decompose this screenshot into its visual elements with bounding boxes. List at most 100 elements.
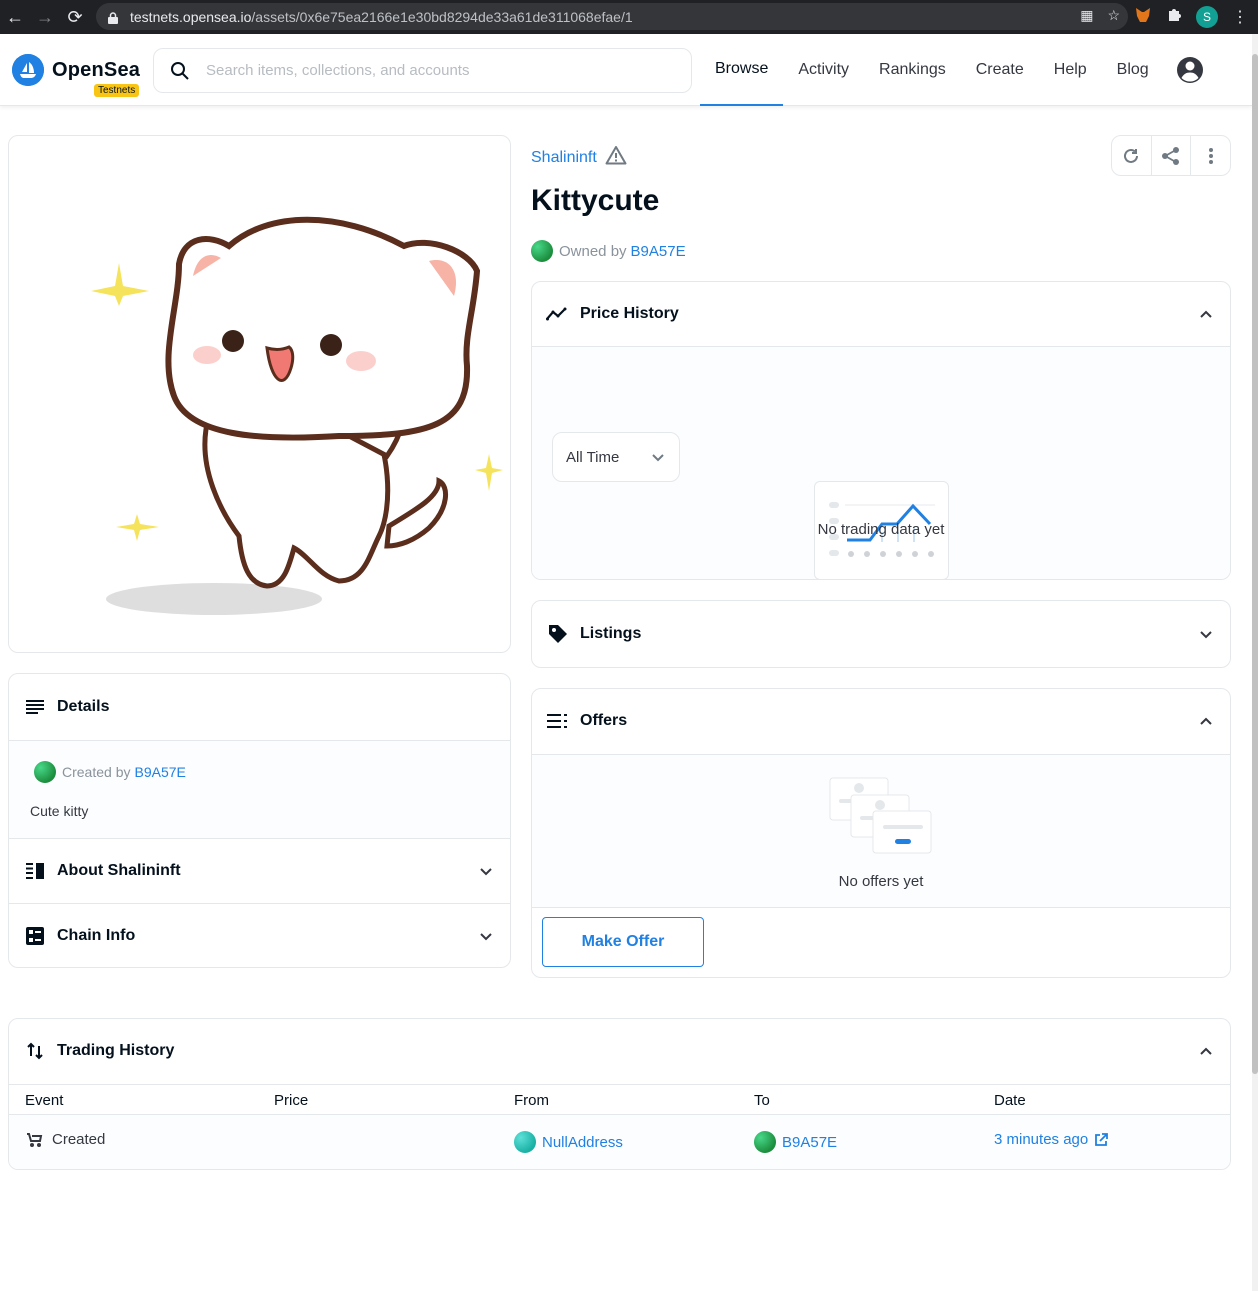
listings-header[interactable]: Listings: [532, 601, 1230, 667]
owner-link[interactable]: B9A57E: [631, 243, 686, 260]
no-offers-text: No offers yet: [838, 873, 924, 890]
date-link[interactable]: 3 minutes ago: [994, 1131, 1088, 1148]
trading-history-panel: Trading History Event Price From To Date…: [8, 1018, 1231, 1170]
asset-title: Kittycute: [531, 184, 660, 217]
owner-avatar[interactable]: [531, 240, 553, 262]
chevron-up-icon[interactable]: [1196, 711, 1216, 731]
bookmark-star-icon[interactable]: ☆: [1107, 7, 1120, 24]
kitty-illustration[interactable]: [9, 136, 511, 653]
refresh-icon[interactable]: [1112, 136, 1152, 175]
search-icon: [154, 61, 206, 81]
price-history-panel: Price History All Time No trading data y…: [531, 281, 1231, 580]
page-scrollbar[interactable]: [1252, 34, 1258, 1291]
reload-icon[interactable]: ⟳: [60, 2, 90, 32]
opensea-logo[interactable]: OpenSea: [12, 54, 140, 86]
external-link-icon[interactable]: [1094, 1132, 1109, 1147]
from-address[interactable]: NullAddress: [542, 1134, 623, 1151]
scrollbar-thumb[interactable]: [1252, 54, 1258, 1074]
testnets-badge: Testnets: [94, 84, 140, 97]
owned-by: Owned by B9A57E: [531, 240, 686, 262]
to-cell[interactable]: B9A57E: [754, 1131, 837, 1153]
chevron-up-icon[interactable]: [1196, 304, 1216, 324]
nav-rankings[interactable]: Rankings: [864, 34, 961, 106]
stroller-icon: [27, 1132, 43, 1147]
metamask-fox-icon[interactable]: [1134, 6, 1152, 29]
asset-image-frame: [8, 135, 511, 653]
date-cell[interactable]: 3 minutes ago: [994, 1131, 1109, 1148]
asset-description: Cute kitty: [30, 803, 89, 819]
back-arrow-icon[interactable]: ←: [0, 2, 30, 32]
creator-avatar[interactable]: [34, 761, 56, 783]
make-offer-button[interactable]: Make Offer: [542, 917, 704, 967]
share-icon[interactable]: [1152, 136, 1192, 175]
to-address[interactable]: B9A57E: [782, 1134, 837, 1151]
subject-icon: [23, 695, 47, 719]
more-options-icon[interactable]: [1191, 136, 1230, 175]
offers-panel: Offers No offers yet Make Offer: [531, 688, 1231, 978]
logo-text: OpenSea: [52, 58, 141, 81]
translate-icon[interactable]: ▦: [1080, 7, 1093, 24]
forward-arrow-icon[interactable]: →: [30, 2, 60, 32]
search-input[interactable]: [206, 62, 666, 79]
nav-blog[interactable]: Blog: [1102, 34, 1164, 106]
created-by-label: Created by: [62, 764, 131, 780]
chevron-down-icon[interactable]: [476, 861, 496, 881]
url-host: testnets.opensea.io: [130, 8, 252, 25]
chevron-down-icon[interactable]: [476, 926, 496, 946]
search-box: [153, 48, 692, 93]
time-range-select[interactable]: All Time: [552, 432, 680, 482]
nav-browse[interactable]: Browse: [700, 34, 784, 106]
nav-help[interactable]: Help: [1039, 34, 1102, 106]
price-history-header[interactable]: Price History: [532, 282, 1230, 346]
table-row: Created NullAddress B9A57E 3 minutes ago: [9, 1115, 1230, 1169]
column-header-price: Price: [274, 1092, 309, 1109]
swap-vert-icon: [23, 1039, 47, 1063]
created-by: Created by B9A57E: [9, 741, 510, 783]
lock-icon: [108, 11, 118, 24]
empty-offers-illustration: [829, 777, 932, 854]
about-collection-title: About Shalininft: [57, 862, 181, 879]
browser-menu-icon[interactable]: ⋮: [1232, 7, 1248, 27]
nav-create[interactable]: Create: [961, 34, 1039, 106]
account-icon[interactable]: [1164, 34, 1216, 106]
opensea-ship-icon: [12, 54, 44, 86]
site-header: OpenSea Testnets Browse Activity Ranking…: [0, 34, 1252, 106]
chain-info-title: Chain Info: [57, 927, 136, 944]
warning-triangle-icon[interactable]: [605, 145, 627, 170]
chevron-down-icon[interactable]: [1196, 624, 1216, 644]
creator-link[interactable]: B9A57E: [134, 764, 185, 780]
no-trading-data-text: No trading data yet: [817, 521, 945, 538]
column-header-event: Event: [25, 1092, 64, 1109]
list-icon: [546, 709, 570, 733]
from-cell[interactable]: NullAddress: [514, 1131, 623, 1153]
offers-header[interactable]: Offers: [532, 689, 1230, 753]
url-path: /assets/0x6e75ea2166e1e30bd8294de33a61de…: [251, 8, 633, 25]
trading-history-title: Trading History: [57, 1042, 175, 1059]
chain-info-header[interactable]: Chain Info: [9, 903, 510, 967]
table-header: Event Price From To Date: [9, 1084, 1230, 1115]
browser-toolbar: ← → ⟳ testnets.opensea.io/assets/0x6e75e…: [0, 0, 1258, 34]
address-bar[interactable]: testnets.opensea.io/assets/0x6e75ea2166e…: [96, 3, 1128, 30]
about-collection-header[interactable]: About Shalininft: [9, 838, 510, 903]
owned-by-label: Owned by: [559, 242, 627, 260]
column-header-date: Date: [994, 1092, 1026, 1109]
offers-title: Offers: [580, 712, 628, 729]
extensions-puzzle-icon[interactable]: [1166, 7, 1182, 28]
listings-title: Listings: [580, 625, 642, 642]
offers-body: No offers yet: [532, 754, 1230, 907]
price-tag-icon: [546, 622, 570, 646]
profile-avatar[interactable]: S: [1196, 6, 1218, 28]
ballot-icon: [23, 924, 47, 948]
chevron-up-icon[interactable]: [1196, 1041, 1216, 1061]
collection-name[interactable]: Shalininft: [531, 149, 597, 167]
event-cell: Created: [25, 1131, 105, 1148]
timeline-icon: [546, 302, 570, 326]
details-title: Details: [57, 698, 110, 715]
event-label: Created: [52, 1131, 106, 1148]
collection-link[interactable]: Shalininft: [531, 145, 627, 170]
nav-activity[interactable]: Activity: [783, 34, 864, 106]
vertical-split-icon: [23, 859, 47, 883]
trading-history-header[interactable]: Trading History: [9, 1019, 1230, 1083]
chevron-down-icon: [652, 454, 664, 462]
details-header[interactable]: Details: [9, 674, 510, 740]
